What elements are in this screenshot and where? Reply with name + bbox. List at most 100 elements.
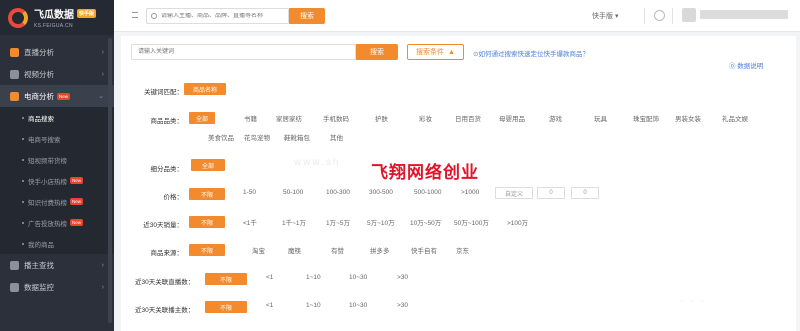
- sidebar-subitem-video-sales-rank[interactable]: 短视频带货榜: [0, 149, 114, 170]
- source-option[interactable]: 有赞: [331, 245, 344, 255]
- brand-logo[interactable]: 飞瓜数据 快手版 KS.FEIGUA.CN: [0, 0, 114, 35]
- sidebar-item-label: 电商分析: [24, 91, 54, 101]
- global-search-button[interactable]: 搜索: [289, 8, 325, 24]
- category-option[interactable]: 母婴用品: [499, 113, 525, 123]
- sales-30d-option[interactable]: <1千: [243, 217, 257, 227]
- bullet-icon: [22, 158, 24, 161]
- streamer-count-option[interactable]: 10~30: [349, 302, 367, 309]
- new-badge: New: [70, 177, 84, 184]
- source-option[interactable]: 拼多多: [370, 245, 390, 255]
- category-option[interactable]: 其他: [330, 132, 343, 142]
- sidebar-item-video-analysis[interactable]: 视频分析 ›: [0, 63, 114, 85]
- live-count-option[interactable]: >30: [397, 274, 408, 281]
- category-option[interactable]: 鞋靴箱包: [284, 132, 310, 142]
- live-count-option-selected[interactable]: 不限: [205, 273, 247, 285]
- price-option[interactable]: >1000: [461, 189, 479, 196]
- sidebar-item-live-analysis[interactable]: 直播分析 ›: [0, 41, 114, 63]
- sales-30d-option-selected[interactable]: 不限: [189, 216, 225, 228]
- price-option-selected[interactable]: 不限: [189, 188, 225, 200]
- category-option[interactable]: 男装女装: [675, 113, 701, 123]
- price-label: 价格：: [163, 194, 184, 201]
- sales-30d-option[interactable]: 50万~100万: [454, 217, 489, 227]
- streamer-count-option[interactable]: >30: [397, 302, 408, 309]
- keyword-match-label: 关键词匹配：: [144, 89, 183, 96]
- category-option[interactable]: 玩具: [594, 113, 607, 123]
- price-option[interactable]: 500-1000: [414, 189, 441, 196]
- category-option[interactable]: 花鸟宠物: [244, 132, 270, 142]
- price-option[interactable]: 1-50: [243, 189, 256, 196]
- help-link[interactable]: ⊙如何通过搜索快速定位快手爆款商品？: [473, 48, 589, 58]
- source-option[interactable]: 京东: [456, 245, 469, 255]
- price-min-input[interactable]: 0: [537, 187, 565, 199]
- platform-switcher[interactable]: 快手版 ▾: [592, 11, 618, 21]
- source-option[interactable]: 淘宝: [252, 245, 265, 255]
- sidebar-scrollbar[interactable]: [108, 38, 112, 323]
- ecommerce-icon: [10, 91, 19, 101]
- feigua-logo-icon: [8, 7, 28, 28]
- search-icon: [151, 13, 157, 19]
- sales-30d-option[interactable]: 1万~5万: [326, 217, 350, 227]
- sidebar-item-data-monitor[interactable]: 数据监控 ›: [0, 276, 114, 298]
- category-option[interactable]: 书籍: [244, 113, 257, 123]
- price-option[interactable]: 50-100: [283, 189, 303, 196]
- sales-30d-option[interactable]: >100万: [507, 217, 528, 227]
- sales-30d-option[interactable]: 5万~10万: [367, 217, 395, 227]
- sidebar-item-ecommerce-analysis[interactable]: 电商分析 New ⌄: [0, 85, 114, 107]
- data-description-link[interactable]: ⓪ 数据说明: [729, 60, 763, 70]
- sidebar-subitem-my-products[interactable]: 我的商品: [0, 233, 114, 254]
- search-user-icon: [10, 260, 19, 270]
- sidebar-subitem-kuaishou-store-rank[interactable]: 快手小店热榜 New: [0, 170, 114, 191]
- category-option[interactable]: 护肤: [375, 113, 388, 123]
- category-option-selected[interactable]: 全部: [189, 112, 215, 124]
- sidebar-subitem-paid-knowledge-rank[interactable]: 知识付费热榜 New: [0, 191, 114, 212]
- keyword-input[interactable]: [131, 44, 356, 60]
- sidebar-subitem-label: 广告投放热榜: [28, 220, 67, 228]
- sales-30d-option[interactable]: 1千~1万: [282, 217, 306, 227]
- avatar[interactable]: [682, 8, 696, 22]
- sidebar-subitem-label: 知识付费热榜: [28, 199, 67, 207]
- global-search-box[interactable]: [146, 8, 289, 24]
- category-option[interactable]: 礼品文娱: [722, 113, 748, 123]
- category-option[interactable]: 美食饮品: [208, 132, 234, 142]
- sales-30d-option[interactable]: 10万~50万: [410, 217, 441, 227]
- category-option[interactable]: 日用百货: [455, 113, 481, 123]
- category-option[interactable]: 彩妆: [419, 113, 432, 123]
- username-redacted[interactable]: [700, 10, 788, 19]
- live-count-option[interactable]: 1~10: [306, 274, 321, 281]
- sidebar-subitem-ad-video-rank[interactable]: 广告投放热榜 New: [0, 212, 114, 233]
- ecommerce-submenu: 商品搜索 电商号搜索 短视频带货榜 快手小店热榜 New 知识付费热榜 New: [0, 107, 114, 254]
- hamburger-menu-icon[interactable]: [132, 12, 138, 18]
- live-count-option[interactable]: 10~30: [349, 274, 367, 281]
- sidebar-item-streamer-search[interactable]: 播主查找 ›: [0, 254, 114, 276]
- streamer-count-option-selected[interactable]: 不限: [205, 301, 247, 313]
- category-option[interactable]: 珠宝配饰: [633, 113, 659, 123]
- category-option[interactable]: 家居家纺: [276, 113, 302, 123]
- top-bar: 搜索 快手版 ▾: [114, 0, 800, 32]
- new-badge: New: [70, 219, 84, 226]
- sidebar-subitem-label: 商品搜索: [28, 115, 54, 123]
- streamer-count-option[interactable]: <1: [266, 302, 273, 309]
- source-option[interactable]: 魔筷: [288, 245, 301, 255]
- price-option[interactable]: 100-300: [326, 189, 350, 196]
- sales-30d-label: 近30天销量：: [143, 222, 183, 229]
- brand-domain: KS.FEIGUA.CN: [34, 23, 73, 29]
- source-option[interactable]: 快手自有: [411, 245, 437, 255]
- sidebar-subitem-label: 我的商品: [28, 241, 54, 249]
- sidebar-subitem-shop-search[interactable]: 电商号搜索: [0, 128, 114, 149]
- source-option-selected[interactable]: 不限: [189, 244, 225, 256]
- category-option[interactable]: 游戏: [549, 113, 562, 123]
- live-count-option[interactable]: <1: [266, 274, 273, 281]
- search-conditions-toggle[interactable]: 搜索条件 ▲: [407, 44, 464, 60]
- streamer-count-label: 近30天关联播主数：: [135, 307, 195, 314]
- price-max-input[interactable]: 0: [571, 187, 599, 199]
- keyword-search-button[interactable]: 搜索: [356, 44, 398, 60]
- global-search-input[interactable]: [161, 13, 287, 19]
- price-option[interactable]: 300-500: [369, 189, 393, 196]
- category-option[interactable]: 手机数码: [323, 113, 349, 123]
- sidebar-subitem-product-search[interactable]: 商品搜索: [0, 107, 114, 128]
- subcategory-option-selected[interactable]: 全部: [191, 159, 225, 171]
- notification-icon[interactable]: [654, 10, 665, 21]
- streamer-count-option[interactable]: 1~10: [306, 302, 321, 309]
- keyword-match-option-selected[interactable]: 商品名称: [184, 83, 226, 95]
- divider: [672, 8, 673, 24]
